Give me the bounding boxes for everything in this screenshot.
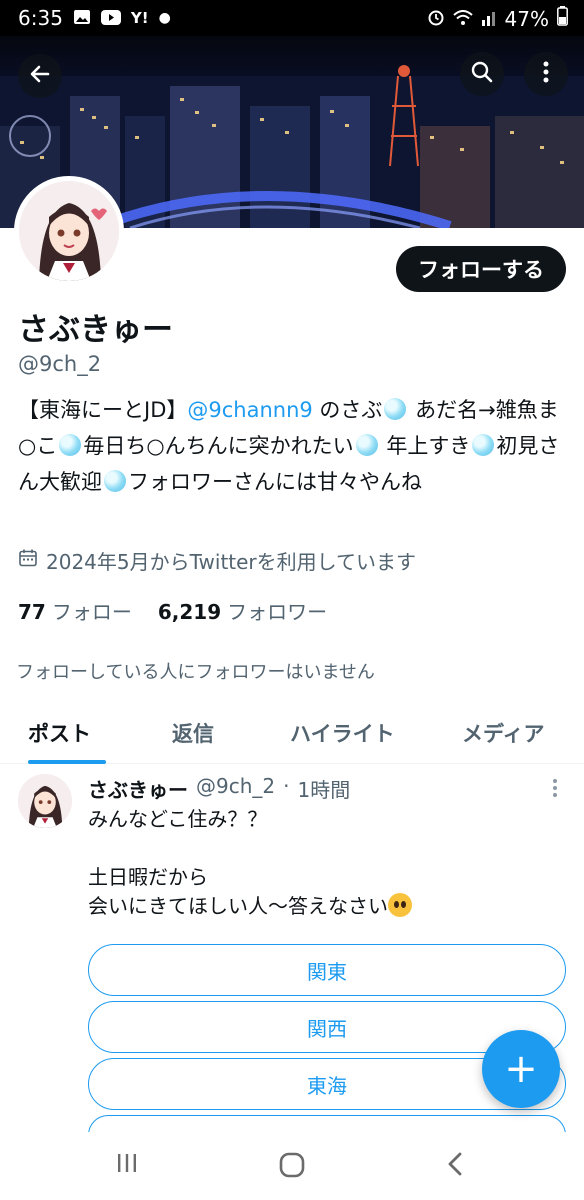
follow-button[interactable]: フォローする bbox=[396, 246, 566, 292]
system-nav-bar bbox=[0, 1132, 584, 1200]
battery-icon bbox=[557, 6, 568, 31]
following-label: フォロー bbox=[51, 600, 132, 624]
follow-counts: 77 フォロー 6,219 フォロワー bbox=[18, 596, 327, 625]
post-avatar[interactable] bbox=[18, 774, 72, 828]
dot-icon: ● bbox=[158, 10, 171, 26]
signal-icon bbox=[481, 7, 497, 31]
home-icon[interactable] bbox=[279, 1152, 305, 1182]
bubble-icon bbox=[355, 434, 378, 456]
more-vertical-icon bbox=[543, 61, 549, 87]
pleading-face-icon bbox=[388, 893, 412, 917]
followers-link[interactable]: 6,219 フォロワー bbox=[158, 596, 327, 625]
bio-text: 毎日ち○んちんに突かれたい bbox=[83, 434, 354, 458]
profile-avatar[interactable] bbox=[14, 176, 124, 286]
bio-text: のさぶ bbox=[312, 398, 383, 422]
bubble-icon bbox=[59, 434, 82, 456]
bubble-icon bbox=[472, 434, 495, 456]
tab-media[interactable]: メディア bbox=[462, 718, 545, 748]
known-followers-text: フォローしている人にフォロワーはいません bbox=[16, 662, 375, 683]
following-count: 77 bbox=[18, 600, 46, 624]
tab-replies[interactable]: 返信 bbox=[172, 718, 214, 748]
avatar-image bbox=[19, 181, 119, 281]
post-time[interactable]: 1時間 bbox=[297, 774, 350, 803]
calendar-icon bbox=[18, 548, 38, 573]
joined-date: 2024年5月からTwitterを利用しています bbox=[18, 546, 416, 575]
post-author[interactable]: さぶきゅー bbox=[88, 774, 188, 803]
yahoo-icon: Y! bbox=[130, 9, 149, 27]
following-link[interactable]: 77 フォロー bbox=[18, 596, 132, 625]
wifi-icon bbox=[452, 7, 473, 31]
tab-posts[interactable]: ポスト bbox=[28, 718, 91, 748]
bio-text: 年上すき bbox=[379, 434, 471, 458]
post-handle: @9ch_2 bbox=[196, 774, 276, 798]
bio-text: フォロワーさんには甘々やんね bbox=[128, 470, 422, 494]
search-icon bbox=[470, 60, 494, 88]
clock: 6:35 bbox=[18, 6, 63, 30]
search-button[interactable] bbox=[460, 52, 504, 96]
post-line: みんなどこ住み？？ bbox=[88, 807, 268, 831]
post-header: さぶきゅー @9ch_2 · 1時間 bbox=[88, 774, 350, 803]
bubble-icon bbox=[384, 398, 407, 420]
followers-count: 6,219 bbox=[157, 600, 222, 624]
alarm-icon bbox=[427, 7, 445, 31]
more-vertical-icon bbox=[552, 779, 558, 803]
profile-name: さぶきゅー bbox=[18, 312, 173, 348]
profile-handle: @9ch_2 bbox=[18, 352, 102, 376]
bubble-icon bbox=[104, 470, 126, 492]
bio-mention-link[interactable]: @9channn9 bbox=[187, 398, 312, 422]
post-line: 土日暇だから bbox=[88, 865, 208, 889]
compose-button[interactable]: + bbox=[482, 1030, 560, 1108]
more-button[interactable] bbox=[524, 52, 568, 96]
tab-highlights[interactable]: ハイライト bbox=[290, 718, 395, 748]
recent-apps-icon[interactable] bbox=[116, 1152, 138, 1178]
back-icon[interactable] bbox=[446, 1152, 464, 1180]
youtube-icon bbox=[100, 6, 121, 30]
post-more-button[interactable] bbox=[552, 778, 558, 803]
profile-tabs: ポスト 返信 ハイライト メディア bbox=[0, 704, 584, 764]
bio-text: 【東海にーとJD】 bbox=[18, 398, 188, 422]
status-bar: 6:35 Y! ● 47% bbox=[0, 0, 584, 36]
battery-percent: 47% bbox=[504, 6, 549, 31]
post-text: みんなどこ住み？？ 土日暇だから会いにきてほしい人〜答えなさい bbox=[88, 805, 558, 921]
post-line: 会いにきてほしい人〜答えなさい bbox=[88, 894, 388, 918]
followers-label: フォロワー bbox=[227, 600, 328, 624]
back-button[interactable] bbox=[18, 54, 62, 98]
arrow-left-icon bbox=[28, 62, 52, 90]
profile-bio: 【東海にーとJD】@9channn9 のさぶ あだ名→雑魚ま○こ 毎日ち○んちんに… bbox=[18, 392, 566, 500]
active-tab-indicator bbox=[28, 760, 106, 764]
poll-option[interactable]: 関東 bbox=[88, 944, 566, 996]
gallery-icon bbox=[73, 6, 91, 30]
post-separator: · bbox=[283, 774, 290, 798]
joined-text: 2024年5月からTwitterを利用しています bbox=[46, 550, 417, 574]
